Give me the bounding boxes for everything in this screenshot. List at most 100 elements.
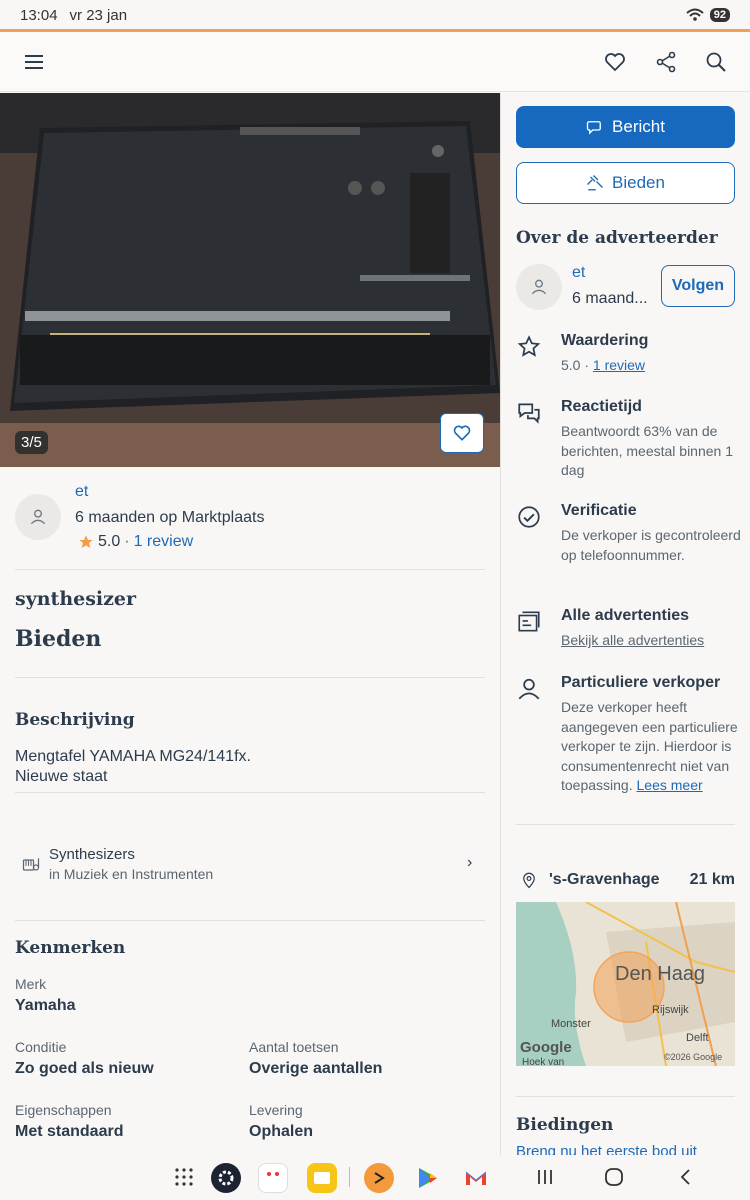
bid-button[interactable]: Bieden	[516, 162, 735, 204]
listing-photo[interactable]: 3/5	[0, 93, 500, 467]
gavel-icon	[587, 175, 604, 191]
response-title: Reactietijd	[561, 398, 642, 415]
read-more-link[interactable]: Lees meer	[637, 777, 703, 793]
advertiser-name[interactable]: et	[572, 264, 585, 282]
hamburger-icon[interactable]	[22, 50, 46, 74]
google-logo: Google	[520, 1039, 572, 1056]
status-time: 13:04	[20, 6, 58, 24]
review-link[interactable]: 1 review	[134, 533, 194, 551]
bid-button-label: Bieden	[612, 173, 665, 192]
advertiser-heading: Over de adverteerder	[516, 228, 718, 248]
verification-title: Verificatie	[561, 502, 637, 519]
listings-icon	[518, 611, 540, 632]
gmail-icon[interactable]	[461, 1163, 491, 1193]
advertiser-since: 6 maand...	[572, 290, 648, 307]
listing-price: Bieden	[15, 626, 102, 652]
share-icon[interactable]	[652, 48, 680, 76]
map-place: Rijswijk	[652, 1004, 689, 1016]
seller-name[interactable]: et	[75, 483, 88, 501]
feature-value: Yamaha	[15, 997, 76, 1014]
description-line: Nieuwe staat	[15, 768, 108, 785]
verification-text: De verkoper is gecontroleerd op telefoon…	[561, 527, 741, 563]
divider	[15, 792, 485, 793]
divider	[15, 569, 485, 570]
category-link[interactable]: Synthesizers in Muziek en Instrumenten ›	[15, 845, 485, 885]
seller-since: 6 maanden op Marktplaats	[75, 509, 265, 526]
dock-divider	[349, 1167, 350, 1187]
mixer-photo	[0, 93, 500, 467]
follow-button[interactable]: Volgen	[661, 265, 735, 307]
system-nav-bar	[0, 1155, 750, 1200]
feature-label: Levering	[249, 1102, 303, 1118]
features-heading: Kenmerken	[15, 938, 126, 958]
feature-label: Merk	[15, 976, 47, 992]
settings-app-icon[interactable]	[211, 1163, 241, 1193]
first-bid-link[interactable]: Breng nu het eerste bod uit	[516, 1143, 697, 1155]
all-listings-title: Alle advertenties	[561, 607, 690, 624]
marktplaats-app-icon[interactable]	[364, 1163, 394, 1193]
status-date: vr 23 jan	[69, 6, 128, 24]
divider	[516, 824, 735, 825]
rating-value: 5.0	[98, 533, 121, 550]
listing-sidebar: Bericht Bieden Over de adverteerder et 6…	[501, 93, 750, 1155]
map-city: Den Haag	[615, 963, 706, 985]
feature-value: Overige aantallen	[249, 1060, 383, 1077]
battery-badge: 92	[709, 8, 730, 22]
chat-icon	[586, 121, 601, 135]
user-icon	[30, 509, 46, 525]
map-place: Delft	[686, 1032, 709, 1044]
wifi-icon	[686, 8, 704, 21]
app-drawer-icon[interactable]	[174, 1167, 194, 1187]
feature-value: Met standaard	[15, 1123, 124, 1140]
home-icon[interactable]	[604, 1167, 624, 1187]
listing-main: 3/5 et 6 maanden op Marktplaats 5.0 · 1 …	[0, 93, 500, 1153]
divider	[15, 677, 485, 678]
chevron-right-icon: ›	[467, 854, 473, 871]
map-place: Hoek van	[522, 1057, 565, 1066]
private-seller-title: Particuliere verkoper	[561, 674, 721, 691]
bids-heading: Biedingen	[516, 1115, 614, 1135]
back-icon[interactable]	[676, 1167, 696, 1187]
map-copyright: ©2026 Google	[664, 1052, 723, 1062]
divider	[15, 920, 485, 921]
star-icon	[517, 335, 541, 357]
advertiser-avatar[interactable]	[516, 264, 562, 310]
location-city: 's-Gravenhage	[549, 871, 660, 888]
files-app-icon[interactable]	[307, 1163, 337, 1193]
check-circle-icon	[518, 506, 540, 528]
map-place: Monster	[551, 1018, 591, 1030]
seller-avatar[interactable]	[15, 494, 61, 540]
message-button-label: Bericht	[612, 117, 665, 136]
feature-label: Eigenschappen	[15, 1102, 112, 1118]
feature-value: Zo goed als nieuw	[15, 1060, 154, 1077]
instrument-icon	[22, 858, 40, 871]
divider	[516, 1096, 735, 1097]
search-icon[interactable]	[702, 48, 730, 76]
location-distance: 21 km	[689, 871, 735, 888]
response-text: Beantwoordt 63% van de berichten, meesta…	[561, 423, 733, 478]
chat-bubbles-icon	[518, 403, 540, 424]
calendar-app-icon[interactable]	[258, 1163, 288, 1193]
rating-title: Waardering	[561, 332, 649, 349]
top-nav	[0, 32, 750, 92]
message-button[interactable]: Bericht	[516, 106, 735, 148]
feature-value: Ophalen	[249, 1123, 314, 1140]
status-bar: 13:04 vr 23 jan 92	[0, 0, 750, 30]
feature-label: Aantal toetsen	[249, 1039, 339, 1055]
location-row: 's-Gravenhage 21 km	[516, 870, 735, 892]
listing-title: synthesizer	[15, 588, 137, 610]
description-text: Mengtafel YAMAHA MG24/141fx. Nieuwe staa…	[15, 747, 251, 787]
rating-value: 5.0 ·	[561, 357, 593, 373]
heart-icon[interactable]	[601, 48, 629, 76]
recent-apps-icon[interactable]	[535, 1168, 555, 1186]
star-icon	[79, 535, 93, 548]
description-line: Mengtafel YAMAHA MG24/141fx.	[15, 748, 251, 765]
play-store-icon[interactable]	[413, 1163, 443, 1193]
review-link[interactable]: 1 review	[593, 357, 645, 373]
all-listings-link[interactable]: Bekijk alle advertenties	[561, 631, 746, 651]
photo-counter: 3/5	[15, 431, 48, 454]
status-right: 92	[686, 8, 730, 22]
private-seller-text: Deze verkoper heeft aangegeven een parti…	[561, 698, 750, 796]
heart-icon[interactable]	[440, 413, 484, 453]
location-map[interactable]: Den Haag Monster Rijswijk Delft Hoek van…	[516, 902, 735, 1066]
